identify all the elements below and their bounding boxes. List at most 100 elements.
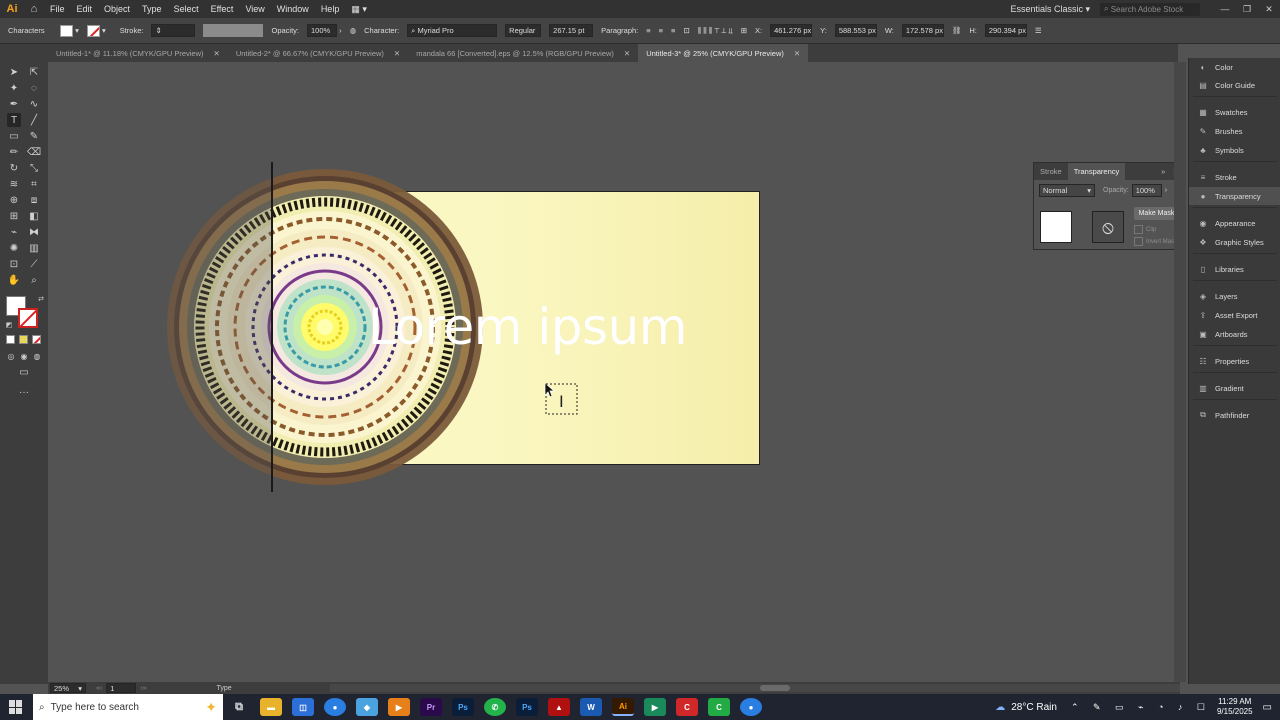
mesh-tool-icon[interactable]: ⊞ <box>7 209 21 223</box>
close-icon[interactable]: ✕ <box>624 49 630 58</box>
search-stock-input[interactable]: ⌕ Search Adobe Stock <box>1100 2 1200 16</box>
windows-start-icon[interactable] <box>9 700 23 714</box>
hand-tool-icon[interactable]: ✋ <box>7 273 21 287</box>
dock-asset-export[interactable]: ⇪ Asset Export <box>1189 306 1280 324</box>
chevron-down-icon[interactable]: ▾ <box>100 26 106 35</box>
arrange-documents-icon[interactable]: ▦ ▾ <box>345 4 373 15</box>
canvas-text[interactable]: Lorem ipsum <box>368 298 687 356</box>
x-field[interactable]: 461.276 px <box>770 24 813 37</box>
curvature-tool-icon[interactable]: ∿ <box>27 97 41 111</box>
app-icon[interactable]: C <box>676 698 698 716</box>
system-tray-icons[interactable]: ⌃ ✎ ▭ ⌁ ◔ ♪ ☐ <box>1071 702 1211 713</box>
clock[interactable]: 11:29 AM 9/15/2025 <box>1217 697 1253 717</box>
stroke-color-swatch[interactable] <box>18 308 38 328</box>
word-icon[interactable]: W <box>580 698 602 716</box>
chevron-right-icon[interactable]: › <box>337 26 342 35</box>
chrome-icon[interactable]: ● <box>324 698 346 716</box>
dock-layers[interactable]: ◈ Layers <box>1189 287 1280 305</box>
menu-help[interactable]: Help <box>315 4 346 14</box>
close-icon[interactable]: ✕ <box>214 49 220 58</box>
minimize-icon[interactable]: — <box>1214 4 1236 14</box>
menu-type[interactable]: Type <box>136 4 168 14</box>
clip-checkbox[interactable]: Clip <box>1134 225 1156 234</box>
photoshop-icon[interactable]: Ps <box>452 698 474 716</box>
taskbar-search[interactable]: ⌕ Type here to search ✦ <box>33 694 223 720</box>
align-to-icon[interactable]: ⊡ <box>683 26 689 35</box>
close-icon[interactable]: ✕ <box>1258 4 1280 15</box>
photoshop-icon[interactable]: Ps <box>516 698 538 716</box>
app-icon[interactable]: C <box>708 698 730 716</box>
menu-object[interactable]: Object <box>98 4 136 14</box>
app-icon[interactable]: ▶ <box>644 698 666 716</box>
selection-tool-icon[interactable]: ➤ <box>7 65 21 79</box>
tab-untitled-3[interactable]: Untitled-3* @ 25% (CMYK/GPU Preview) ✕ <box>638 44 809 62</box>
store-icon[interactable]: ◫ <box>292 698 314 716</box>
font-size-field[interactable]: 267.15 pt <box>549 24 594 37</box>
close-icon[interactable]: ✕ <box>394 49 400 58</box>
free-transform-tool-icon[interactable]: ⌗ <box>27 177 41 191</box>
file-explorer-icon[interactable]: ▬ <box>260 698 282 716</box>
gradient-tool-icon[interactable]: ◧ <box>27 209 41 223</box>
opacity-field[interactable]: 100% <box>307 24 337 37</box>
symbol-sprayer-tool-icon[interactable]: ✺ <box>7 241 21 255</box>
artboard-tool-icon[interactable]: ⊡ <box>7 257 21 271</box>
eraser-tool-icon[interactable]: ⌫ <box>27 145 41 159</box>
menu-edit[interactable]: Edit <box>71 4 99 14</box>
dock-brushes[interactable]: ✎ Brushes <box>1189 122 1280 140</box>
none-mode-icon[interactable] <box>32 335 41 344</box>
collapse-icon[interactable]: » <box>1157 167 1169 176</box>
zoom-select[interactable]: 25% ▾ <box>50 683 86 693</box>
invert-mask-checkbox[interactable]: Invert Mask <box>1134 237 1177 246</box>
notifications-icon[interactable]: ▭ <box>1263 702 1272 713</box>
whatsapp-icon[interactable]: ✆ <box>484 698 506 716</box>
paintbrush-tool-icon[interactable]: ✎ <box>27 129 41 143</box>
transform-icon[interactable]: ⊞ <box>741 26 747 35</box>
scroll-thumb[interactable] <box>760 685 790 691</box>
draw-inside-icon[interactable]: ◍ <box>30 349 44 363</box>
default-colors-icon[interactable]: ◩ <box>2 318 16 332</box>
tab-untitled-2[interactable]: Untitled-2* @ 66.67% (CMYK/GPU Preview) ✕ <box>228 44 408 62</box>
gradient-mode-icon[interactable] <box>19 335 28 344</box>
prev-artboard-icon[interactable]: «‹ <box>96 685 102 692</box>
tab-stroke[interactable]: Stroke <box>1034 163 1068 180</box>
scale-tool-icon[interactable]: ⤡ <box>27 161 41 175</box>
menu-view[interactable]: View <box>239 4 270 14</box>
artboard-number-select[interactable]: 1 <box>106 683 137 693</box>
app-icon[interactable]: ▲ <box>548 698 570 716</box>
workspace-switcher[interactable]: Essentials Classic ▾ <box>1010 4 1090 15</box>
menu-icon[interactable]: ☰ <box>1035 26 1042 35</box>
dock-gradient[interactable]: ▥ Gradient <box>1189 379 1280 397</box>
slice-tool-icon[interactable]: ⟋ <box>27 257 41 271</box>
app-icon[interactable]: ◆ <box>356 698 378 716</box>
dock-appearance[interactable]: ◉ Appearance <box>1189 214 1280 232</box>
shape-builder-tool-icon[interactable]: ⊕ <box>7 193 21 207</box>
menu-file[interactable]: File <box>44 4 71 14</box>
dock-swatches[interactable]: ▦ Swatches <box>1189 103 1280 121</box>
chrome-icon[interactable]: ● <box>740 698 762 716</box>
tab-mandala[interactable]: mandala 66 [Converted].eps @ 12.5% (RGB/… <box>408 44 638 62</box>
link-icon[interactable]: ⛓ <box>952 26 962 35</box>
dock-scrollbar[interactable] <box>1174 62 1186 682</box>
draw-normal-icon[interactable]: ◎ <box>4 349 18 363</box>
chevron-down-icon[interactable]: ▾ <box>73 26 79 35</box>
color-mode-icon[interactable] <box>6 335 15 344</box>
horizontal-scrollbar[interactable] <box>330 684 1180 692</box>
menu-effect[interactable]: Effect <box>205 4 240 14</box>
font-style-select[interactable]: Regular <box>505 24 542 37</box>
tab-transparency[interactable]: Transparency <box>1067 163 1126 180</box>
dock-transparency[interactable]: ● Transparency <box>1189 187 1280 205</box>
blend-mode-select[interactable]: Normal ▾ <box>1039 184 1095 197</box>
y-field[interactable]: 588.553 px <box>834 24 877 37</box>
dock-color-guide[interactable]: ▤ Color Guide <box>1189 76 1280 94</box>
screen-mode-icon[interactable]: ▭ <box>17 365 31 379</box>
stroke-swatch[interactable] <box>86 24 100 37</box>
make-mask-button[interactable]: Make Mask <box>1134 207 1179 220</box>
align-center-icon[interactable]: ≡ <box>659 26 663 35</box>
h-field[interactable]: 290.394 px <box>984 24 1027 37</box>
align-right-icon[interactable]: ≡ <box>671 26 675 35</box>
column-graph-tool-icon[interactable]: ▥ <box>27 241 41 255</box>
stroke-weight-field[interactable]: ⇕ <box>151 24 196 37</box>
magic-wand-tool-icon[interactable]: ✦ <box>7 81 21 95</box>
dock-properties[interactable]: ☷ Properties <box>1189 352 1280 370</box>
dock-libraries[interactable]: ▯ Libraries <box>1189 260 1280 278</box>
